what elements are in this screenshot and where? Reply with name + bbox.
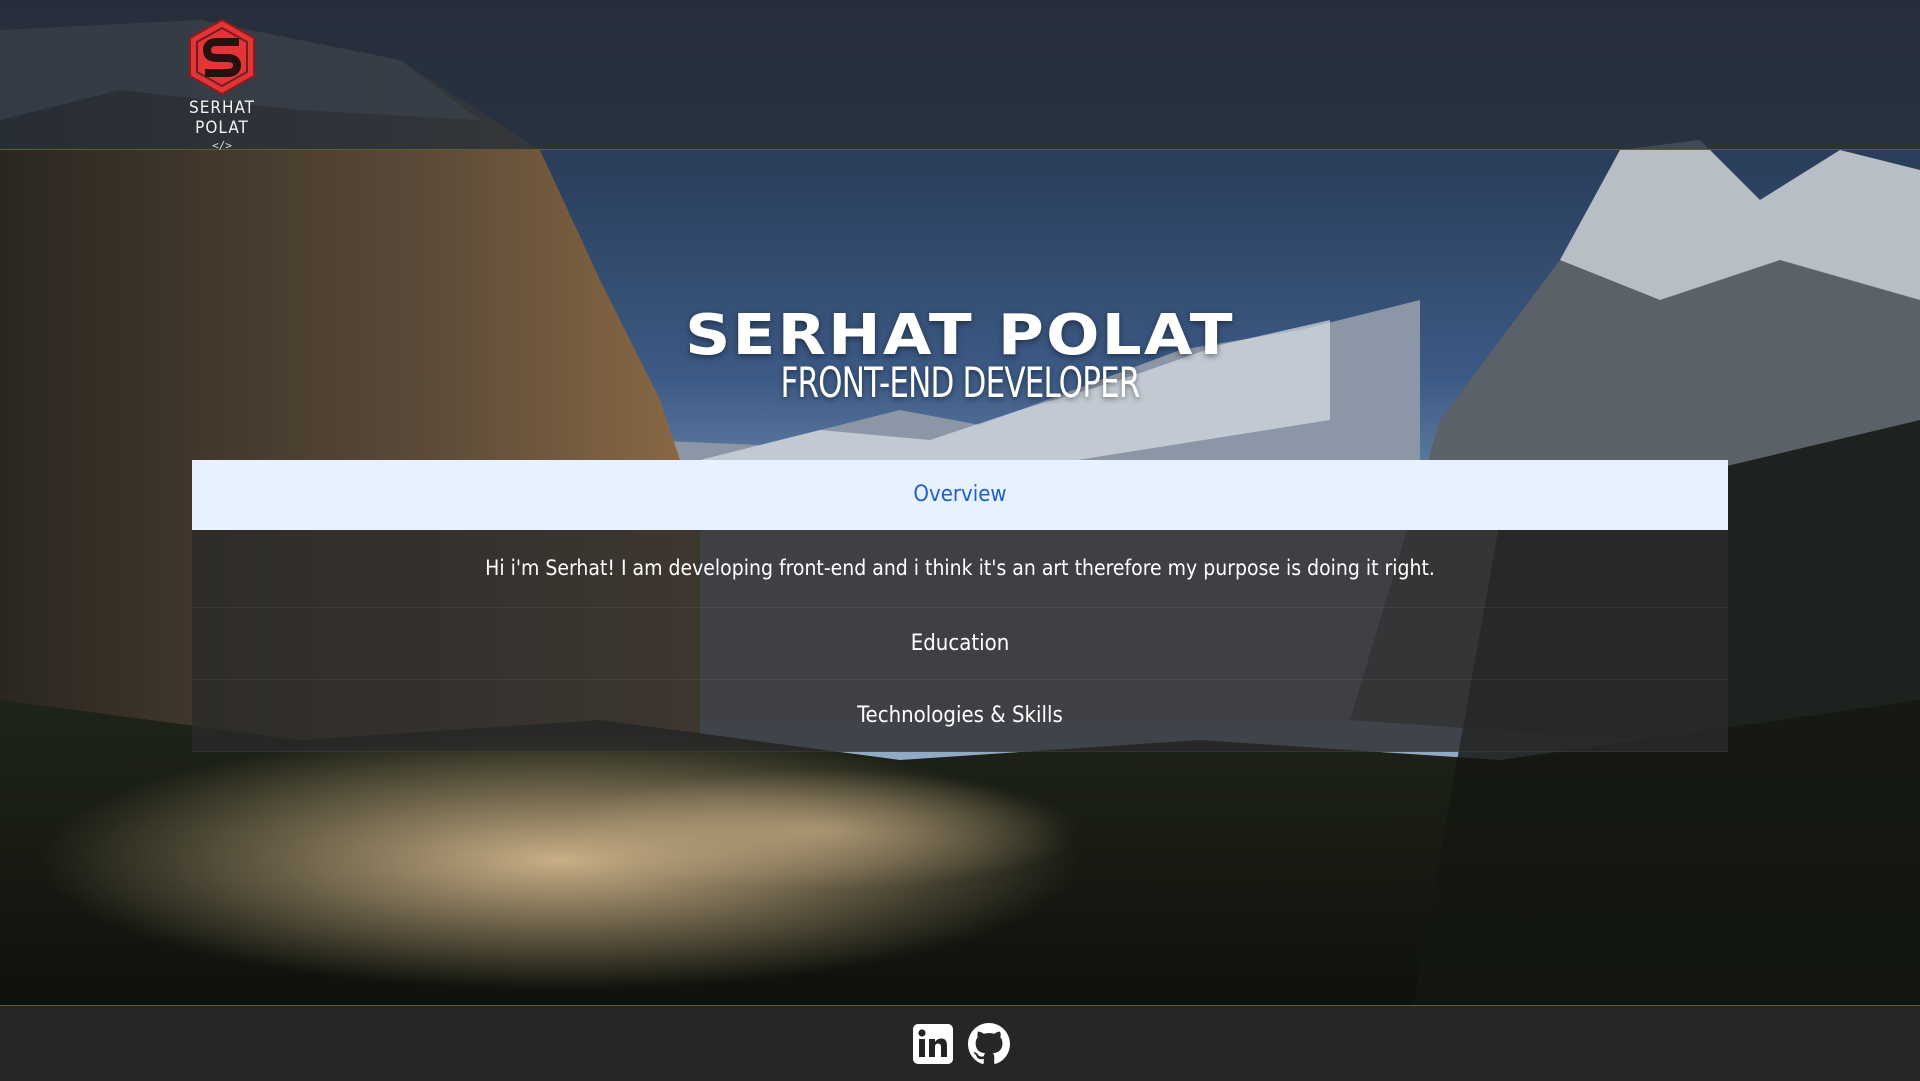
linkedin-link[interactable] [912,1023,954,1065]
accordion-tab-education[interactable]: Education [192,608,1728,680]
hero-subtitle: FRONT-END DEVELOPER [780,358,1140,407]
github-icon [968,1023,1010,1064]
about-accordion: Overview Hi i'm Serhat! I am developing … [192,460,1728,752]
site-header: SERHAT POLAT </> [0,0,1920,152]
overview-content: Hi i'm Serhat! I am developing front-end… [192,530,1728,608]
accordion-tab-technologies-skills[interactable]: Technologies & Skills [192,680,1728,752]
site-footer [0,1005,1920,1081]
logo-code-tag: </> [212,139,232,152]
accordion-tab-overview[interactable]: Overview [192,460,1728,530]
logo-name: SERHAT POLAT [189,98,255,138]
site-logo[interactable]: SERHAT POLAT </> [160,18,284,152]
s-hexagon-logo-icon [189,18,255,96]
linkedin-icon [913,1024,953,1064]
github-link[interactable] [968,1023,1010,1065]
